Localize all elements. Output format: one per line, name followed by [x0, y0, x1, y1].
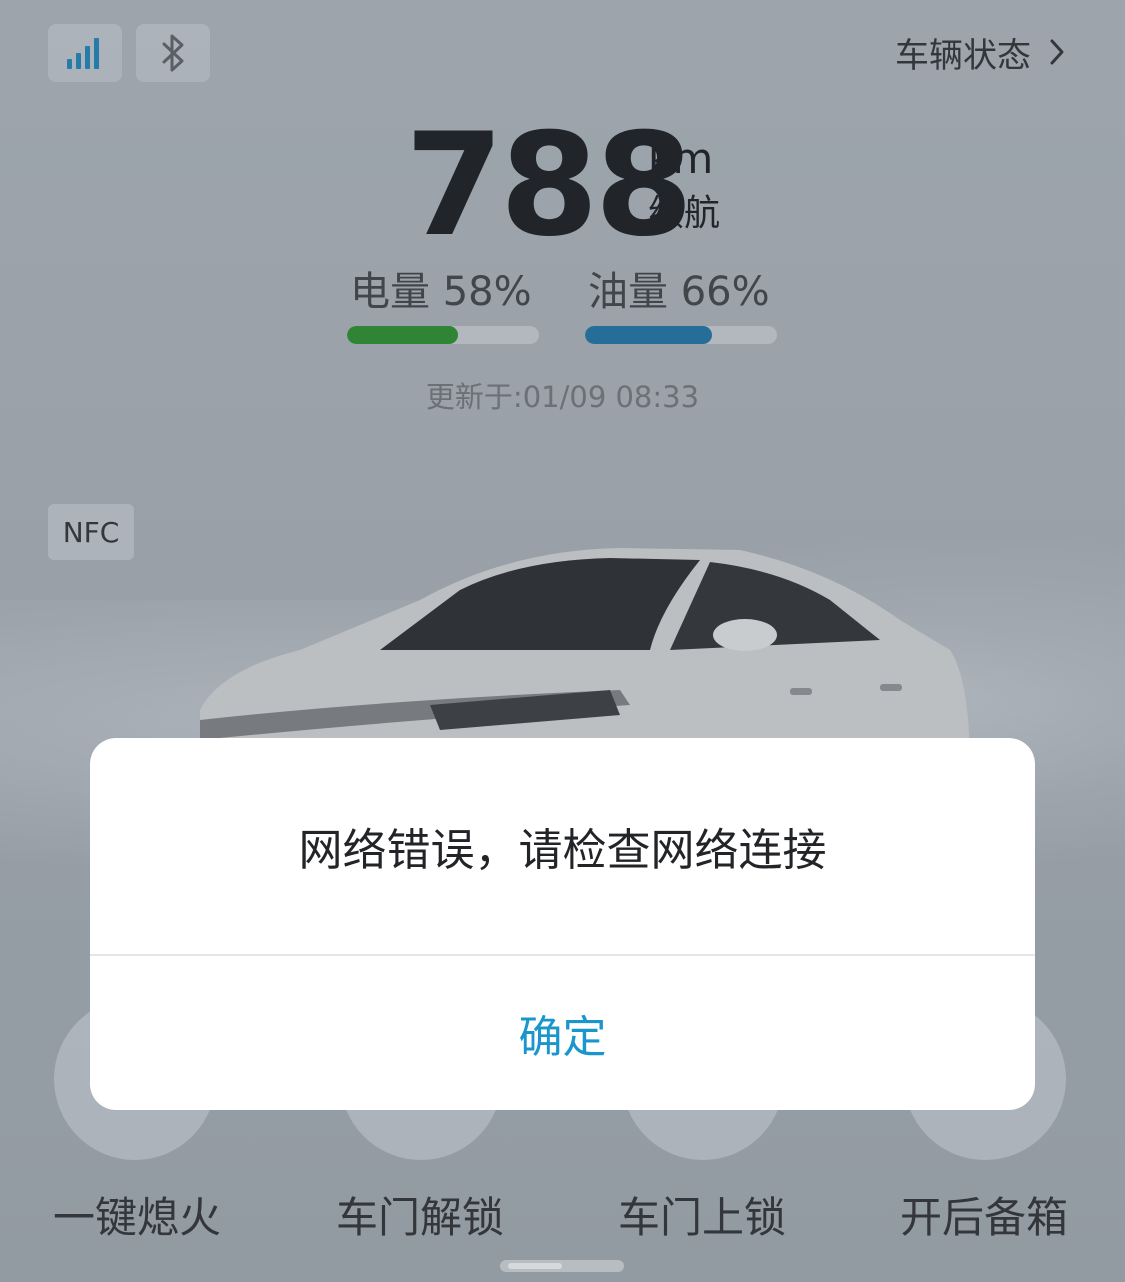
- error-dialog: 网络错误，请检查网络连接 确定: [90, 738, 1035, 1110]
- error-message: 网络错误，请检查网络连接: [298, 825, 827, 876]
- confirm-button[interactable]: 确定: [90, 956, 1035, 1110]
